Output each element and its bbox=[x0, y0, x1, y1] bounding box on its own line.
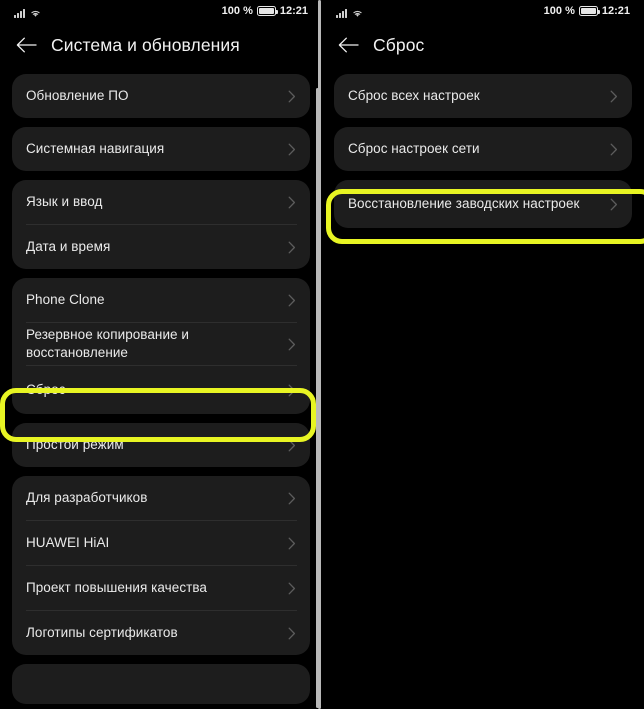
back-arrow-icon[interactable] bbox=[336, 33, 360, 57]
page-title: Система и обновления bbox=[51, 34, 240, 55]
list-item-label: Логотипы сертификатов bbox=[26, 625, 178, 641]
status-bar-right-icons: 100 % 12:21 bbox=[222, 5, 308, 17]
settings-list: Обновление ПО Системная навигация Язык и… bbox=[0, 68, 322, 704]
battery-percent-label: 100 % bbox=[543, 5, 575, 17]
list-item-factory-reset[interactable]: Восстановление заводских настроек bbox=[334, 180, 632, 228]
list-item-label: Проект повышения качества bbox=[26, 580, 207, 596]
list-item-label: Дата и время bbox=[26, 239, 111, 255]
chevron-right-icon bbox=[287, 437, 297, 453]
list-item-phone-clone[interactable]: Phone Clone bbox=[12, 278, 310, 322]
chevron-right-icon bbox=[287, 580, 297, 596]
settings-group-partial-bottom bbox=[12, 664, 310, 704]
status-bar: 100 % 12:21 bbox=[322, 0, 644, 22]
list-item-label: HUAWEI HiAI bbox=[26, 535, 110, 551]
chevron-right-icon bbox=[287, 292, 297, 308]
list-item-label: Восстановление заводских настроек bbox=[348, 196, 580, 212]
chevron-right-icon bbox=[287, 382, 297, 398]
list-item-label: Системная навигация bbox=[26, 141, 165, 157]
settings-group-simple-mode: Простой режим bbox=[12, 423, 310, 467]
list-item-software-update[interactable]: Обновление ПО bbox=[12, 74, 310, 118]
chevron-right-icon bbox=[609, 196, 619, 212]
list-item-label: Phone Clone bbox=[26, 292, 105, 308]
list-item-label: Сброс настроек сети bbox=[348, 141, 480, 157]
chevron-right-icon bbox=[287, 88, 297, 104]
list-item-label: Сброс bbox=[26, 382, 66, 398]
battery-full-icon bbox=[578, 6, 600, 16]
list-item-certification-logos[interactable]: Логотипы сертификатов bbox=[12, 611, 310, 655]
dual-screenshot-container: 100 % 12:21 Система и обновления Обновле… bbox=[0, 0, 644, 709]
chevron-right-icon bbox=[287, 336, 297, 352]
settings-group-clone-backup-reset: Phone Clone Резервное копирование и восс… bbox=[12, 278, 310, 414]
list-item-label: Сброс всех настроек bbox=[348, 88, 480, 104]
status-bar-left-icons bbox=[14, 5, 42, 18]
chevron-right-icon bbox=[287, 194, 297, 210]
battery-full-icon bbox=[256, 6, 278, 16]
page-title: Сброс bbox=[373, 34, 425, 55]
list-item-reset-all-settings[interactable]: Сброс всех настроек bbox=[334, 74, 632, 118]
list-item-language-and-input[interactable]: Язык и ввод bbox=[12, 180, 310, 224]
list-item-reset-network-settings[interactable]: Сброс настроек сети bbox=[334, 127, 632, 171]
list-item-date-and-time[interactable]: Дата и время bbox=[12, 225, 310, 269]
settings-group-language-datetime: Язык и ввод Дата и время bbox=[12, 180, 310, 269]
list-item-backup-and-restore[interactable]: Резервное копирование и восстановление bbox=[12, 323, 310, 365]
chevron-right-icon bbox=[609, 88, 619, 104]
settings-group-developer-misc: Для разработчиков HUAWEI HiAI Проект пов… bbox=[12, 476, 310, 655]
list-item-label: Язык и ввод bbox=[26, 194, 103, 210]
app-bar: Система и обновления bbox=[0, 22, 322, 68]
chevron-right-icon bbox=[287, 535, 297, 551]
settings-group-reset-all-settings: Сброс всех настроек bbox=[334, 74, 632, 118]
settings-group-software-update: Обновление ПО bbox=[12, 74, 310, 118]
chevron-right-icon bbox=[287, 490, 297, 506]
back-arrow-icon[interactable] bbox=[14, 33, 38, 57]
status-bar-right-icons: 100 % 12:21 bbox=[544, 5, 630, 17]
chevron-right-icon bbox=[609, 141, 619, 157]
list-item-label: Резервное копирование и восстановление bbox=[26, 327, 189, 360]
signal-bars-icon bbox=[336, 8, 347, 18]
status-bar: 100 % 12:21 bbox=[0, 0, 322, 22]
wifi-icon bbox=[351, 8, 364, 18]
list-item-quality-improvement-program[interactable]: Проект повышения качества bbox=[12, 566, 310, 610]
battery-percent-label: 100 % bbox=[221, 5, 253, 17]
list-item-label: Обновление ПО bbox=[26, 88, 129, 104]
list-item-system-navigation[interactable]: Системная навигация bbox=[12, 127, 310, 171]
chevron-right-icon bbox=[287, 625, 297, 641]
settings-group-system-navigation: Системная навигация bbox=[12, 127, 310, 171]
list-item-simple-mode[interactable]: Простой режим bbox=[12, 423, 310, 467]
settings-list: Сброс всех настроек Сброс настроек сети … bbox=[322, 68, 644, 228]
phone-screen-reset: 100 % 12:21 Сброс Сброс всех настроек Сб… bbox=[322, 0, 644, 709]
status-bar-left-icons bbox=[336, 5, 364, 18]
app-bar: Сброс bbox=[322, 22, 644, 68]
list-item-label: Для разработчиков bbox=[26, 490, 148, 506]
clock-label: 12:21 bbox=[279, 5, 308, 17]
list-item-reset[interactable]: Сброс bbox=[12, 366, 310, 414]
scrollbar-panel-seam[interactable] bbox=[318, 0, 321, 709]
settings-group-reset-network: Сброс настроек сети bbox=[334, 127, 632, 171]
list-item-label: Простой режим bbox=[26, 437, 124, 453]
phone-screen-system-and-updates: 100 % 12:21 Система и обновления Обновле… bbox=[0, 0, 322, 709]
clock-label: 12:21 bbox=[601, 5, 630, 17]
settings-group-factory-reset: Восстановление заводских настроек bbox=[334, 180, 632, 228]
list-item-developer-options[interactable]: Для разработчиков bbox=[12, 476, 310, 520]
wifi-icon bbox=[29, 8, 42, 18]
list-item-huawei-hiai[interactable]: HUAWEI HiAI bbox=[12, 521, 310, 565]
chevron-right-icon bbox=[287, 239, 297, 255]
chevron-right-icon bbox=[287, 141, 297, 157]
signal-bars-icon bbox=[14, 8, 25, 18]
